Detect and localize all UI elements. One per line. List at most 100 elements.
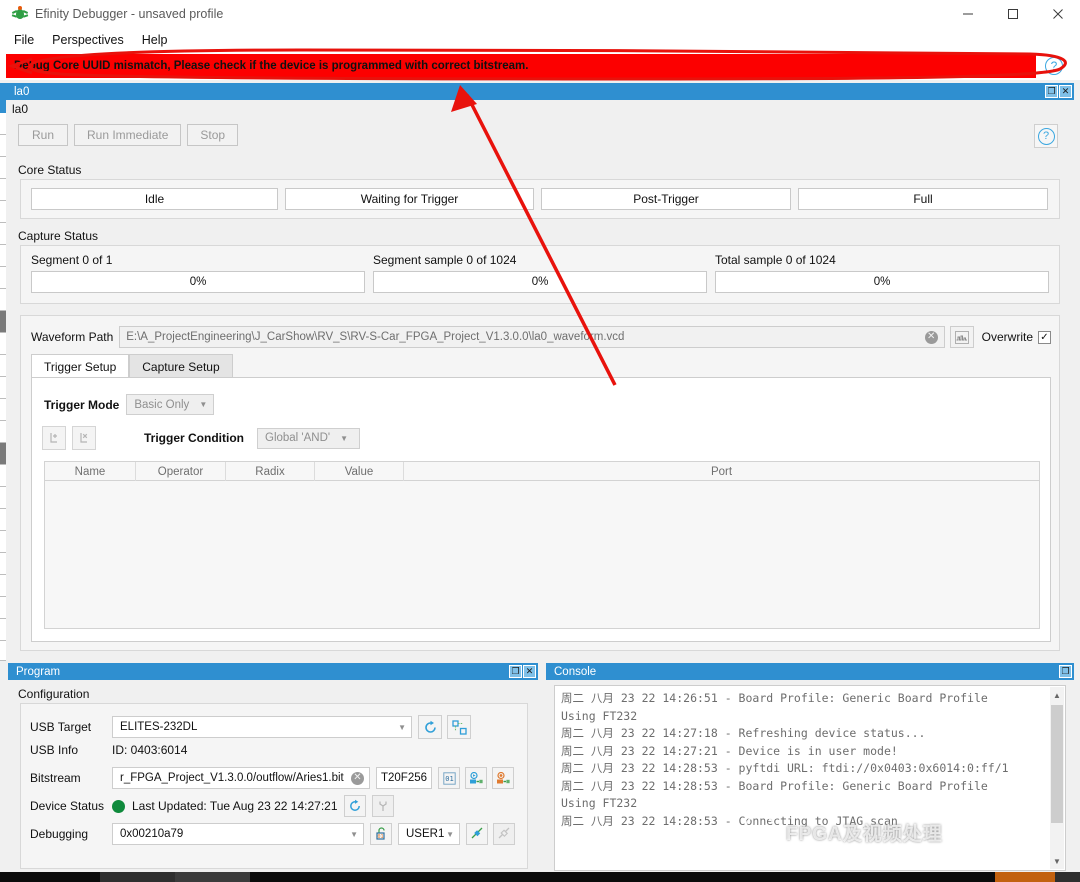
binary-button[interactable]: 01	[438, 767, 460, 789]
capture-segment-sample-label: Segment sample 0 of 1024	[373, 253, 517, 267]
run-immediate-button[interactable]: Run Immediate	[74, 124, 182, 146]
menu-item-help[interactable]: Help	[142, 33, 168, 47]
capture-status-label: Capture Status	[18, 229, 99, 243]
window-controls	[945, 0, 1080, 28]
overwrite-checkbox[interactable]: ✓	[1038, 330, 1051, 344]
trigger-mode-select[interactable]: Basic Only ▼	[126, 394, 215, 415]
waveform-path-input[interactable]: E:\A_ProjectEngineering\J_CarShow\RV_S\R…	[119, 326, 945, 348]
overwrite-label: Overwrite	[981, 330, 1033, 344]
menu-bar: File Perspectives Help	[0, 28, 1080, 52]
waveform-browse-button[interactable]	[949, 326, 974, 348]
console-scrollbar[interactable]: ▲ ▼	[1050, 687, 1064, 869]
capture-total-sample-progress: 0%	[715, 271, 1049, 293]
program-device-button[interactable]	[492, 767, 514, 789]
core-state-idle: Idle	[31, 188, 278, 210]
trigger-condition-row: Trigger Condition Global 'AND' ▼	[42, 426, 360, 450]
svg-text:01: 01	[445, 775, 453, 783]
close-button[interactable]	[1035, 0, 1080, 28]
device-tools-button[interactable]	[371, 795, 394, 817]
program-flash-button[interactable]	[465, 767, 487, 789]
program-panel: Program ❐ ✕ Configuration USB Target ELI…	[8, 663, 538, 878]
run-controls: Run Run Immediate Stop	[18, 124, 239, 146]
column-header-value[interactable]: Value	[315, 462, 404, 481]
main-content: Run Run Immediate Stop ? Core Status Idl…	[6, 118, 1074, 661]
debug-connect-button[interactable]	[466, 823, 488, 845]
debugging-select[interactable]: 0x00210a79 ▼	[112, 823, 364, 845]
scan-chain-button[interactable]	[447, 715, 471, 739]
usb-refresh-button[interactable]	[418, 715, 442, 739]
bitstream-row: Bitstream r_FPGA_Project_V1.3.0.0/outflo…	[30, 767, 530, 789]
console-panel: Console ❐ 周二 八月 23 22 14:26:51 - Board P…	[546, 663, 1074, 878]
configuration-label: Configuration	[18, 687, 90, 701]
capture-status-box: Segment 0 of 1 0% Segment sample 0 of 10…	[20, 245, 1060, 304]
program-restore-icon[interactable]: ❐	[509, 665, 522, 678]
user-register-select[interactable]: USER1 ▼	[398, 823, 460, 845]
main-help-button[interactable]: ?	[1034, 124, 1058, 148]
console-restore-icon[interactable]: ❐	[1059, 665, 1072, 678]
debug-disconnect-icon	[498, 827, 510, 839]
device-last-updated: Last Updated: Tue Aug 23 22 14:27:21	[132, 799, 338, 813]
trigger-condition-select[interactable]: Global 'AND' ▼	[257, 427, 360, 449]
menu-item-file[interactable]: File	[14, 33, 34, 47]
tools-icon	[378, 801, 387, 811]
program-close-icon[interactable]: ✕	[523, 665, 536, 678]
maximize-button[interactable]	[990, 0, 1035, 28]
chevron-down-icon: ▼	[350, 829, 358, 839]
setup-tabs: Trigger Setup Capture Setup	[31, 354, 233, 378]
column-header-operator[interactable]: Operator	[136, 462, 226, 481]
waveform-path-row: Waveform Path E:\A_ProjectEngineering\J_…	[31, 326, 1051, 348]
add-trigger-button[interactable]	[42, 426, 66, 450]
column-header-name[interactable]: Name	[45, 462, 136, 481]
column-header-radix[interactable]: Radix	[226, 462, 315, 481]
device-status-label: Device Status	[30, 799, 105, 813]
title-bar: Efinity Debugger - unsaved profile	[0, 0, 1080, 28]
column-header-port[interactable]: Port	[404, 462, 1039, 481]
device-refresh-button[interactable]	[343, 795, 366, 817]
la0-close-icon[interactable]: ✕	[1059, 85, 1072, 98]
la0-panel-header: la0 ❐ ✕	[6, 83, 1074, 100]
trigger-mode-value: Basic Only	[134, 398, 190, 411]
la0-restore-icon[interactable]: ❐	[1045, 85, 1058, 98]
debug-connect-icon	[471, 827, 483, 839]
capture-col-total-sample: Total sample 0 of 1024 0%	[715, 253, 1049, 293]
unlock-button[interactable]: 01	[370, 823, 392, 845]
bitstream-input[interactable]: r_FPGA_Project_V1.3.0.0/outflow/Aries1.b…	[112, 767, 370, 789]
capture-total-sample-label: Total sample 0 of 1024	[715, 253, 836, 267]
waveform-path-clear-icon[interactable]: ✕	[924, 330, 938, 344]
device-part-field[interactable]: T20F256	[376, 767, 432, 789]
run-button[interactable]: Run	[18, 124, 68, 146]
trigger-mode-label: Trigger Mode	[44, 397, 120, 412]
scroll-up-arrow[interactable]: ▲	[1050, 687, 1064, 703]
minimize-button[interactable]	[945, 0, 990, 28]
menu-item-perspectives[interactable]: Perspectives	[52, 33, 124, 47]
overwrite-control[interactable]: Overwrite ✓	[982, 330, 1051, 344]
debug-disconnect-button[interactable]	[493, 823, 515, 845]
chevron-down-icon: ▼	[446, 829, 454, 839]
bitstream-clear-icon[interactable]: ✕	[351, 771, 364, 785]
waveform-path-value: E:\A_ProjectEngineering\J_CarShow\RV_S\R…	[126, 331, 625, 343]
usb-info-label: USB Info	[30, 743, 79, 757]
usb-target-select[interactable]: ELITES-232DL ▼	[112, 716, 412, 738]
usb-target-row: USB Target ELITES-232DL ▼	[30, 715, 520, 739]
program-device-icon	[497, 771, 510, 783]
scan-chain-icon	[451, 719, 467, 735]
debugging-row: Debugging 0x00210a79 ▼ 01 USER1 ▼	[30, 823, 530, 845]
bottom-panels: Program ❐ ✕ Configuration USB Target ELI…	[0, 661, 1080, 882]
console-output[interactable]: 周二 八月 23 22 14:26:51 - Board Profile: Ge…	[554, 685, 1066, 871]
error-help-icon[interactable]: ?	[1045, 57, 1063, 75]
console-scroll-thumb[interactable]	[1051, 705, 1063, 823]
stop-button[interactable]: Stop	[187, 124, 239, 146]
usb-info-row: USB Info ID: 0403:6014	[30, 743, 187, 757]
core-status-label: Core Status	[18, 163, 82, 177]
chevron-down-icon: ▼	[199, 400, 208, 409]
bug-icon	[11, 6, 29, 22]
tab-trigger-setup[interactable]: Trigger Setup	[31, 354, 130, 378]
console-text: 周二 八月 23 22 14:26:51 - Board Profile: Ge…	[561, 691, 1009, 828]
core-state-waiting: Waiting for Trigger	[285, 188, 534, 210]
trigger-setup-pane: Trigger Mode Basic Only ▼ Trigger Condit…	[31, 377, 1051, 642]
tab-capture-setup[interactable]: Capture Setup	[129, 354, 233, 378]
remove-trigger-button[interactable]	[72, 426, 96, 450]
trigger-mode-row: Trigger Mode Basic Only ▼	[44, 394, 215, 415]
tab-la0[interactable]: la0	[6, 102, 34, 116]
scroll-down-arrow[interactable]: ▼	[1050, 853, 1064, 869]
